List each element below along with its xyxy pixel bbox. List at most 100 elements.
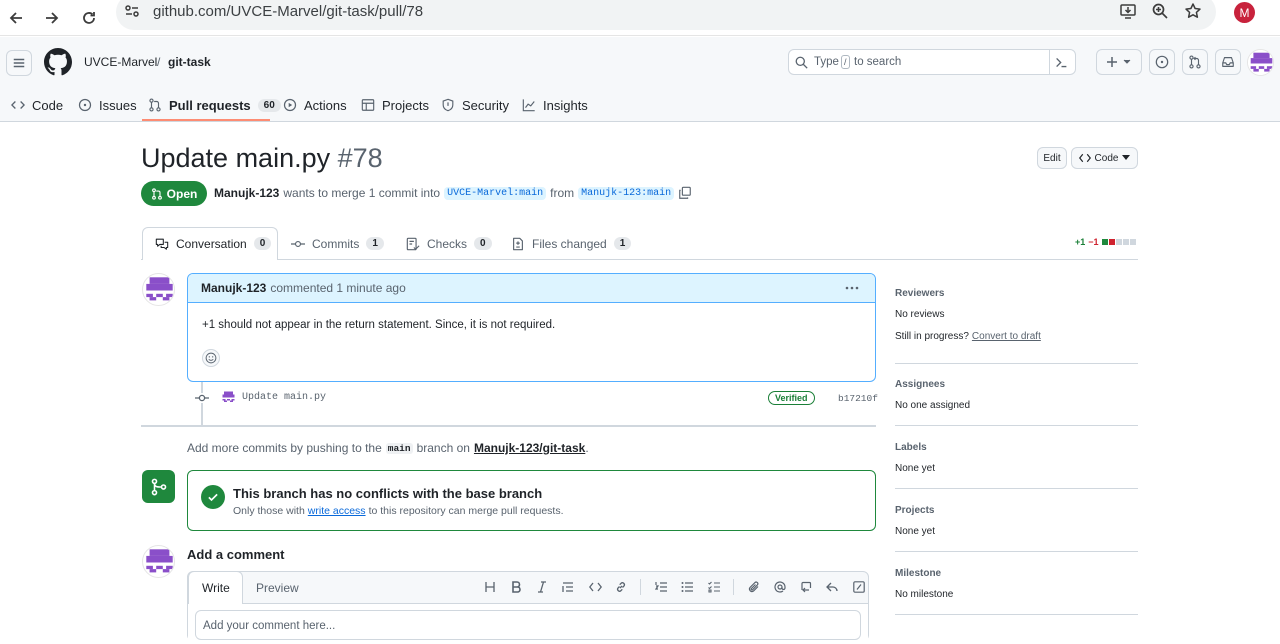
repo-tab-security[interactable]: Security <box>441 95 509 115</box>
repo-tab-insights[interactable]: Insights <box>522 95 588 115</box>
issues-button[interactable] <box>1149 49 1175 75</box>
repo-tab-label: Issues <box>99 97 137 113</box>
pr-tab-label: Files changed <box>532 236 607 251</box>
reply-icon[interactable] <box>824 579 840 595</box>
edit-title-button[interactable]: Edit <box>1037 147 1067 169</box>
menu-button[interactable] <box>6 50 32 76</box>
user-avatar[interactable] <box>1247 49 1274 76</box>
write-access-link[interactable]: write access <box>308 505 366 517</box>
head-branch[interactable]: Manujk-123:main <box>578 186 675 200</box>
current-user-avatar[interactable] <box>142 545 175 578</box>
bold-icon[interactable] <box>508 579 524 595</box>
pr-tab-checks[interactable]: Checks 0 <box>406 228 492 259</box>
commit-message-link[interactable]: Update main.py <box>242 392 326 403</box>
browser-profile-avatar[interactable]: M <box>1234 2 1255 23</box>
copy-icon[interactable] <box>678 186 692 200</box>
projects-heading[interactable]: Projects <box>895 505 934 516</box>
site-settings-icon[interactable] <box>120 0 144 23</box>
zoom-icon[interactable] <box>1148 0 1172 23</box>
commit-author-avatar[interactable] <box>221 390 236 405</box>
unordered-list-icon[interactable] <box>679 579 695 595</box>
url-text[interactable]: github.com/UVCE-Marvel/git-task/pull/78 <box>153 3 423 20</box>
push-hint-suffix: . <box>585 441 589 455</box>
link-icon[interactable] <box>613 579 629 595</box>
code-icon[interactable] <box>587 579 603 595</box>
commit-sha-link[interactable]: b17210f <box>838 393 878 404</box>
github-logo-icon[interactable] <box>44 48 72 76</box>
comment-author-avatar[interactable] <box>142 273 175 306</box>
kebab-horizontal-icon[interactable] <box>844 281 860 295</box>
pr-author-link[interactable]: Manujk-123 <box>214 186 279 200</box>
merge-sub-prefix: Only those with <box>233 505 305 517</box>
commit-node-icon <box>195 393 209 403</box>
inbox-button[interactable] <box>1215 49 1241 75</box>
search-icon <box>795 56 808 69</box>
pr-number: #78 <box>337 143 383 173</box>
file-diff-icon <box>513 237 523 250</box>
slash-commands-icon[interactable] <box>851 579 867 595</box>
pull-requests-button[interactable] <box>1182 49 1208 75</box>
base-branch[interactable]: UVCE-Marvel:main <box>444 186 547 200</box>
code-dropdown-button[interactable]: Code <box>1071 147 1138 169</box>
toolbar-divider <box>733 579 734 595</box>
comment-box: Manujk-123 commented 1 minute ago +1 sho… <box>187 273 876 382</box>
italic-icon[interactable] <box>534 579 550 595</box>
back-icon[interactable] <box>4 6 28 30</box>
push-hint-middle: branch on <box>416 441 470 455</box>
push-hint-repo-link[interactable]: Manujk-123/git-task <box>474 441 585 455</box>
convert-to-draft-link[interactable]: Convert to draft <box>972 331 1041 342</box>
pr-tab-conversation[interactable]: Conversation 0 <box>155 228 272 259</box>
issue-icon <box>78 98 92 112</box>
reviewers-heading[interactable]: Reviewers <box>895 288 944 299</box>
timeline-divider <box>141 425 876 427</box>
pr-tab-commits[interactable]: Commits 1 <box>291 228 384 259</box>
push-hint-branch: main <box>385 442 413 454</box>
push-hint: Add more commits by pushing to the main … <box>187 441 589 455</box>
comment-header: Manujk-123 commented 1 minute ago <box>188 274 875 303</box>
verified-badge[interactable]: Verified <box>768 391 815 405</box>
preview-tab[interactable]: Preview <box>256 581 299 595</box>
labels-heading[interactable]: Labels <box>895 442 927 453</box>
pr-tab-files-changed[interactable]: Files changed 1 <box>511 228 632 259</box>
milestone-heading[interactable]: Milestone <box>895 568 941 579</box>
hamburger-icon <box>13 58 25 68</box>
comment-author-link[interactable]: Manujk-123 <box>201 281 266 295</box>
paperclip-icon[interactable] <box>746 579 762 595</box>
command-palette-icon[interactable] <box>1055 56 1068 69</box>
assignees-heading[interactable]: Assignees <box>895 379 945 390</box>
mention-icon[interactable] <box>772 579 788 595</box>
pr-state-label: Open <box>166 186 198 201</box>
smiley-icon <box>205 352 217 364</box>
search-input[interactable]: Type / to search <box>788 49 1076 75</box>
pr-tab-counter: 1 <box>366 237 384 250</box>
quote-icon[interactable] <box>560 579 576 595</box>
ordered-list-icon[interactable] <box>653 579 669 595</box>
plus-icon <box>1107 57 1131 67</box>
install-app-icon[interactable] <box>1116 0 1140 23</box>
git-merge-icon <box>151 478 166 495</box>
heading-icon[interactable] <box>482 579 498 595</box>
repo-tab-pull-requests[interactable]: Pull requests 60 <box>148 95 281 115</box>
repo-owner-link[interactable]: UVCE-Marvel <box>84 55 157 69</box>
repo-tab-label: Insights <box>543 97 588 113</box>
repo-tab-issues[interactable]: Issues <box>78 95 137 115</box>
cross-reference-icon[interactable] <box>798 579 814 595</box>
commit-icon <box>291 240 305 247</box>
selected-tab-underline <box>142 119 270 121</box>
repo-name-link[interactable]: git-task <box>168 55 211 69</box>
inbox-icon <box>1222 57 1234 67</box>
add-reaction-button[interactable] <box>202 349 220 367</box>
repo-tab-actions[interactable]: Actions <box>283 95 347 115</box>
comment-textarea[interactable]: Add your comment here... <box>195 610 861 640</box>
forward-icon[interactable] <box>40 6 64 30</box>
reload-icon[interactable] <box>77 6 101 30</box>
push-hint-prefix: Add more commits by pushing to the <box>187 441 382 455</box>
checklist-icon <box>406 237 420 250</box>
repo-tab-code[interactable]: Code <box>11 95 63 115</box>
create-new-button[interactable] <box>1096 49 1142 75</box>
repo-tab-projects[interactable]: Projects <box>361 95 429 115</box>
task-list-icon[interactable] <box>706 579 722 595</box>
bookmark-star-icon[interactable] <box>1181 0 1205 23</box>
merge-status-box: This branch has no conflicts with the ba… <box>187 470 876 531</box>
still-in-progress-text: Still in progress? <box>895 331 969 342</box>
